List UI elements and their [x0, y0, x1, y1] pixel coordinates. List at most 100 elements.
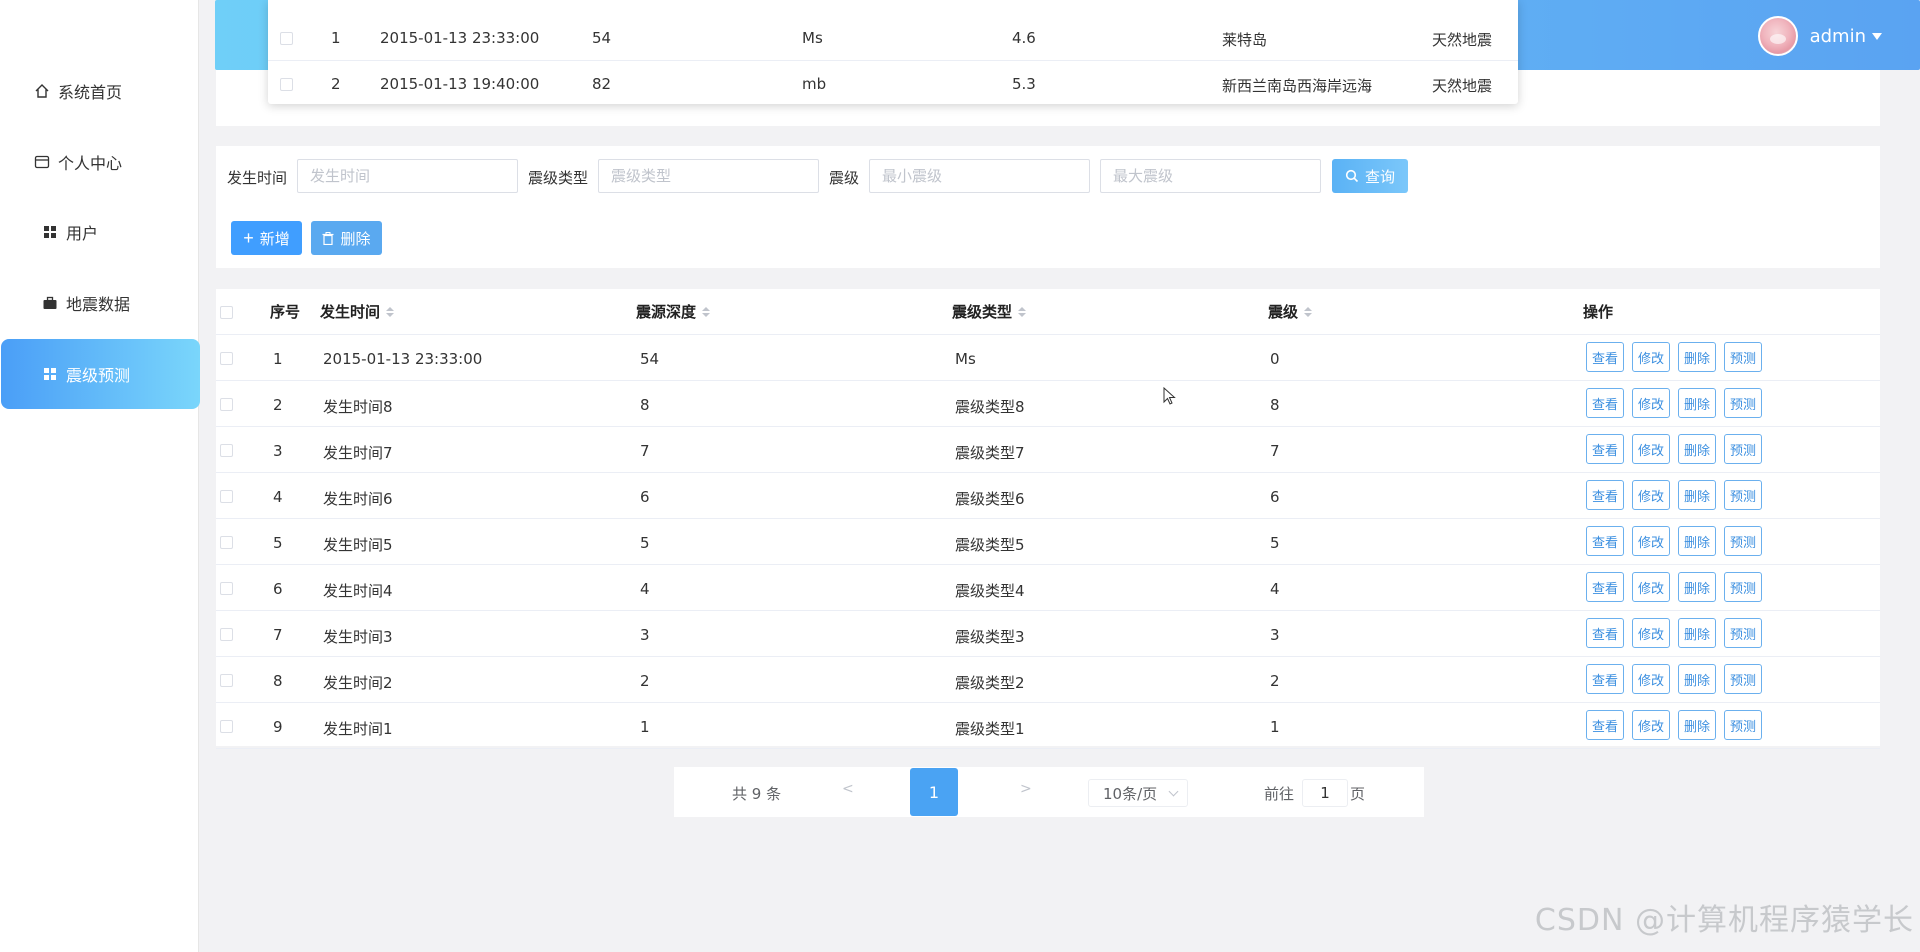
popup-row[interactable]: 2 2015-01-13 19:40:00 82 mb 5.3 新西兰南岛西海岸… — [268, 61, 1518, 104]
row-checkbox[interactable] — [220, 352, 233, 365]
sidebar-item-quake-data[interactable]: 地震数据 — [0, 268, 199, 338]
edit-button[interactable]: 修改 — [1632, 664, 1670, 694]
cell-no: 8 — [273, 672, 283, 690]
delete-button[interactable]: 删除 — [1678, 342, 1716, 372]
view-button[interactable]: 查看 — [1586, 664, 1624, 694]
predict-button[interactable]: 预测 — [1724, 480, 1762, 510]
edit-button[interactable]: 修改 — [1632, 434, 1670, 464]
delete-button[interactable]: 删除 — [1678, 388, 1716, 418]
delete-button[interactable]: 删除 — [1678, 434, 1716, 464]
sidebar-item-home[interactable]: 系统首页 — [0, 56, 199, 126]
time-search-input[interactable] — [297, 159, 518, 193]
sort-icon[interactable] — [1304, 306, 1313, 317]
table-row[interactable]: 9 发生时间1 1 震级类型1 1 查看 修改 删除 预测 — [216, 703, 1880, 749]
col-magnitude-header[interactable]: 震级 — [1268, 301, 1313, 322]
edit-button[interactable]: 修改 — [1632, 388, 1670, 418]
edit-button[interactable]: 修改 — [1632, 342, 1670, 372]
delete-button[interactable]: 删除 — [1678, 664, 1716, 694]
col-time-header[interactable]: 发生时间 — [320, 301, 395, 322]
type-search-input[interactable] — [598, 159, 819, 193]
row-checkbox[interactable] — [280, 78, 293, 91]
min-magnitude-input[interactable] — [869, 159, 1090, 193]
cell-no: 3 — [273, 442, 283, 460]
view-button[interactable]: 查看 — [1586, 388, 1624, 418]
row-checkbox[interactable] — [220, 628, 233, 641]
delete-button[interactable]: 删除 — [1678, 710, 1716, 740]
table-row[interactable]: 4 发生时间6 6 震级类型6 6 查看 修改 删除 预测 — [216, 473, 1880, 519]
view-button[interactable]: 查看 — [1586, 710, 1624, 740]
delete-button[interactable]: 删除 — [1678, 526, 1716, 556]
avatar — [1757, 16, 1798, 56]
col-type-header[interactable]: 震级类型 — [952, 301, 1027, 322]
view-button[interactable]: 查看 — [1586, 434, 1624, 464]
sidebar-item-profile[interactable]: 个人中心 — [0, 127, 199, 197]
view-button[interactable]: 查看 — [1586, 572, 1624, 602]
row-checkbox[interactable] — [280, 32, 293, 45]
predict-button[interactable]: 预测 — [1724, 342, 1762, 372]
cell-no: 1 — [331, 29, 341, 47]
table-row[interactable]: 7 发生时间3 3 震级类型3 3 查看 修改 删除 预测 — [216, 611, 1880, 657]
predict-button[interactable]: 预测 — [1724, 572, 1762, 602]
sidebar-item-users[interactable]: 用户 — [0, 197, 199, 267]
table-row[interactable]: 1 2015-01-13 23:33:00 54 Ms 0 查看 修改 删除 预测 — [216, 335, 1880, 381]
add-button[interactable]: + 新增 — [231, 221, 302, 255]
delete-button-label: 删除 — [340, 230, 371, 248]
batch-delete-button[interactable]: 删除 — [311, 221, 382, 255]
table-row[interactable]: 2 发生时间8 8 震级类型8 8 查看 修改 删除 预测 — [216, 381, 1880, 427]
cell-magnitude: 7 — [1270, 442, 1280, 460]
card-icon — [34, 154, 50, 170]
user-menu[interactable]: admin — [1757, 16, 1882, 56]
edit-button[interactable]: 修改 — [1632, 618, 1670, 648]
table-row[interactable]: 8 发生时间2 2 震级类型2 2 查看 修改 删除 预测 — [216, 657, 1880, 703]
select-all-checkbox[interactable] — [220, 306, 233, 319]
col-depth-header[interactable]: 震源深度 — [636, 301, 711, 322]
view-button[interactable]: 查看 — [1586, 526, 1624, 556]
row-checkbox[interactable] — [220, 490, 233, 503]
popup-row[interactable]: 1 2015-01-13 23:33:00 54 Ms 4.6 莱特岛 天然地震 — [268, 15, 1518, 61]
query-button[interactable]: 查询 — [1332, 159, 1408, 193]
cell-magnitude: 8 — [1270, 396, 1280, 414]
sort-icon[interactable] — [386, 306, 395, 317]
edit-button[interactable]: 修改 — [1632, 480, 1670, 510]
predict-button[interactable]: 预测 — [1724, 526, 1762, 556]
sort-icon[interactable] — [1018, 306, 1027, 317]
page-1-button[interactable]: 1 — [910, 768, 958, 816]
chevron-down-icon — [1168, 786, 1179, 797]
row-checkbox[interactable] — [220, 444, 233, 457]
predict-button[interactable]: 预测 — [1724, 710, 1762, 740]
edit-button[interactable]: 修改 — [1632, 572, 1670, 602]
max-magnitude-input[interactable] — [1100, 159, 1321, 193]
predict-button[interactable]: 预测 — [1724, 434, 1762, 464]
cell-magnitude: 4 — [1270, 580, 1280, 598]
delete-button[interactable]: 删除 — [1678, 618, 1716, 648]
cell-magnitude: 1 — [1270, 718, 1280, 736]
row-checkbox[interactable] — [220, 720, 233, 733]
row-checkbox[interactable] — [220, 582, 233, 595]
page-size-select[interactable]: 10条/页 — [1088, 779, 1188, 807]
predict-button[interactable]: 预测 — [1724, 388, 1762, 418]
cell-depth: 54 — [640, 350, 660, 368]
delete-button[interactable]: 删除 — [1678, 480, 1716, 510]
table-row[interactable]: 6 发生时间4 4 震级类型4 4 查看 修改 删除 预测 — [216, 565, 1880, 611]
edit-button[interactable]: 修改 — [1632, 526, 1670, 556]
row-checkbox[interactable] — [220, 674, 233, 687]
next-page-button[interactable]: > — [1020, 781, 1032, 797]
col-time-label: 发生时间 — [320, 303, 381, 321]
sort-icon[interactable] — [702, 306, 711, 317]
row-actions: 查看 修改 删除 预测 — [1586, 434, 1762, 464]
view-button[interactable]: 查看 — [1586, 342, 1624, 372]
cell-time: 2015-01-13 19:40:00 — [380, 75, 540, 93]
view-button[interactable]: 查看 — [1586, 480, 1624, 510]
predict-button[interactable]: 预测 — [1724, 664, 1762, 694]
sidebar-item-magnitude-prediction[interactable]: 震级预测 — [1, 339, 200, 409]
row-checkbox[interactable] — [220, 536, 233, 549]
view-button[interactable]: 查看 — [1586, 618, 1624, 648]
goto-page-input[interactable] — [1302, 779, 1348, 807]
predict-button[interactable]: 预测 — [1724, 618, 1762, 648]
table-row[interactable]: 5 发生时间5 5 震级类型5 5 查看 修改 删除 预测 — [216, 519, 1880, 565]
delete-button[interactable]: 删除 — [1678, 572, 1716, 602]
prev-page-button[interactable]: < — [842, 781, 854, 797]
row-checkbox[interactable] — [220, 398, 233, 411]
edit-button[interactable]: 修改 — [1632, 710, 1670, 740]
table-row[interactable]: 3 发生时间7 7 震级类型7 7 查看 修改 删除 预测 — [216, 427, 1880, 473]
